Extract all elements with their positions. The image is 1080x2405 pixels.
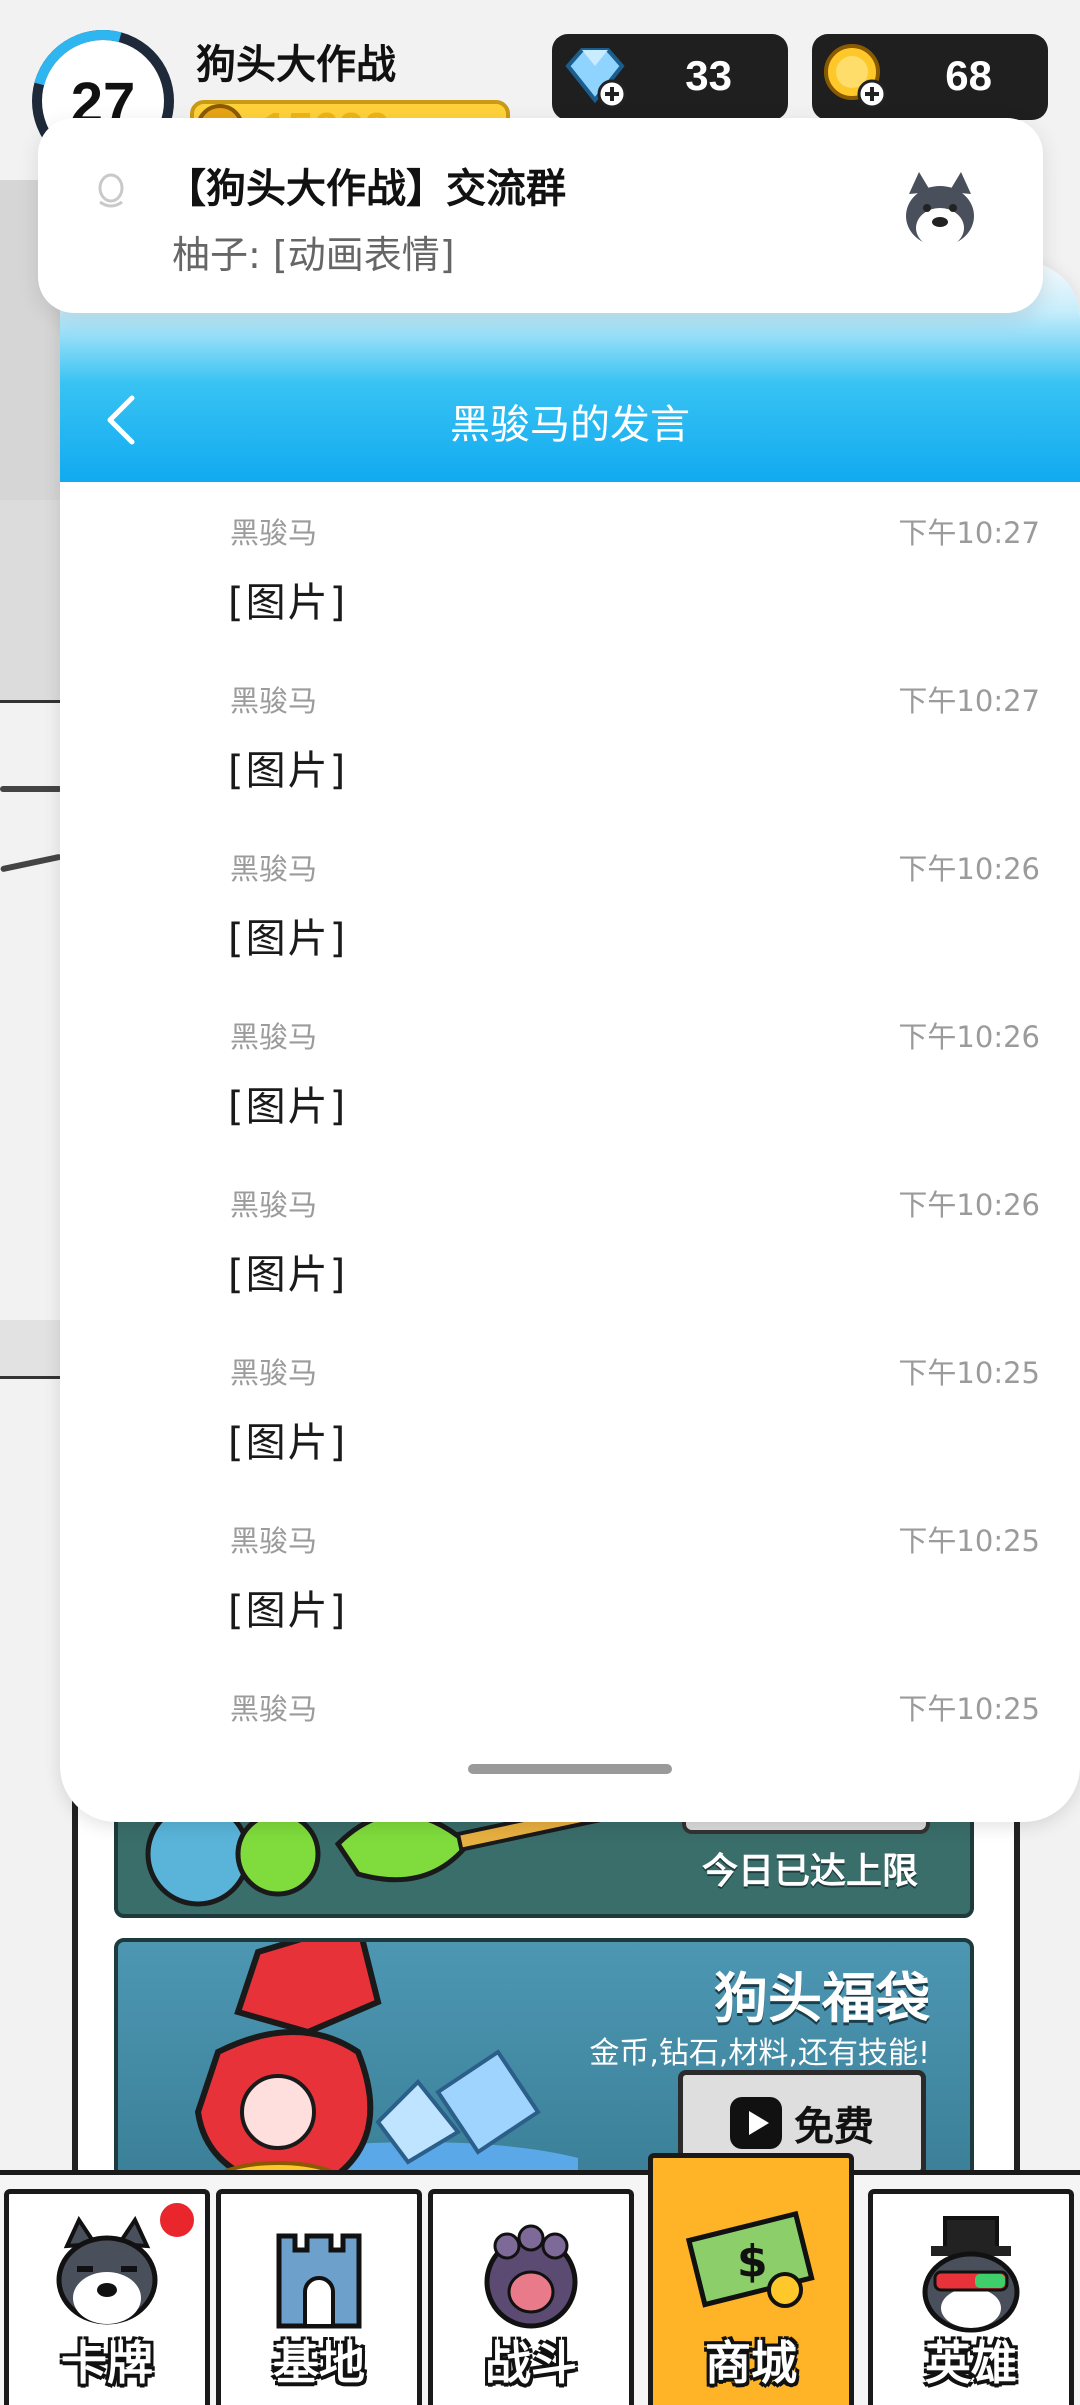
lucky-bag-icon <box>194 1942 578 2192</box>
panel-title: 黑骏马的发言 <box>450 402 690 448</box>
message-time: 下午10:27 <box>898 684 1040 718</box>
background-rail <box>0 853 62 873</box>
list-item[interactable]: 黑骏马 下午10:26 [图片] <box>60 818 1080 986</box>
message-content[interactable]: [图片] <box>228 738 347 796</box>
message-sender: 黑骏马 <box>230 1524 318 1558</box>
tab-label: 商城 <box>705 2336 797 2390</box>
message-content[interactable]: [图片] <box>228 570 347 628</box>
list-item[interactable]: 黑骏马 下午10:26 [图片] <box>60 986 1080 1154</box>
list-item[interactable]: 黑骏马 下午10:27 [图片] <box>60 650 1080 818</box>
group-avatar <box>889 164 991 266</box>
tab-label: 卡牌 <box>61 2336 153 2390</box>
message-content[interactable]: [图片] <box>228 1242 347 1300</box>
message-time: 下午10:26 <box>898 1188 1040 1222</box>
tab-shop[interactable]: $ 商城 <box>648 2153 854 2405</box>
tab-label: 战斗 <box>485 2336 577 2390</box>
notification-title: 【狗头大作战】交流群 <box>166 166 566 212</box>
message-sender: 黑骏马 <box>230 1188 318 1222</box>
message-content[interactable]: [图片] <box>228 1074 347 1132</box>
castle-icon <box>276 2233 362 2329</box>
message-time: 下午10:26 <box>898 852 1040 886</box>
svg-text:$: $ <box>737 2236 768 2287</box>
tab-battle[interactable]: 战斗 <box>428 2189 634 2405</box>
gold-coin-plus-icon <box>824 44 887 109</box>
tab-cards[interactable]: 卡牌 <box>4 2189 210 2405</box>
message-content[interactable]: [图片] <box>228 906 347 964</box>
bottom-nav: 卡牌 基地 战斗 $ 商城 英雄 <box>0 2153 1080 2405</box>
background-rail <box>0 786 62 792</box>
notification-body: 柚子: [动画表情] <box>172 233 455 277</box>
notification-dot <box>157 2200 197 2240</box>
paw-icon <box>484 2224 578 2329</box>
tab-base[interactable]: 基地 <box>216 2189 422 2405</box>
qq-penguin-icon <box>98 173 124 208</box>
list-item[interactable]: 黑骏马 下午10:27 [图片] <box>60 482 1080 650</box>
background-ledge <box>0 1320 60 1379</box>
gem-counter[interactable]: 33 <box>552 34 788 120</box>
daily-limit-label: 今日已达上限 <box>701 1851 918 1892</box>
gold-counter[interactable]: 68 <box>812 34 1048 120</box>
tab-label: 基地 <box>273 2336 365 2390</box>
hero-icon <box>922 2216 1020 2333</box>
dog-face-icon <box>56 2216 158 2325</box>
card-description: 金币,钻石,材料,还有技能! <box>589 2036 930 2071</box>
message-sender: 黑骏马 <box>230 684 318 718</box>
message-time: 下午10:25 <box>898 1356 1040 1390</box>
list-item[interactable]: 黑骏马 下午10:25 [图片] <box>60 1490 1080 1658</box>
list-item[interactable]: 黑骏马 下午10:25 [图片] <box>60 1322 1080 1490</box>
message-sender: 黑骏马 <box>230 852 318 886</box>
message-time: 下午10:26 <box>898 1020 1040 1054</box>
message-time: 下午10:27 <box>898 516 1040 550</box>
card-title: 狗头福袋 <box>714 1967 930 2030</box>
husky-avatar-icon <box>906 172 974 248</box>
message-content[interactable]: [图片] <box>228 1410 347 1468</box>
message-content[interactable]: [图片] <box>228 1578 347 1636</box>
message-sender: 黑骏马 <box>230 1692 318 1726</box>
group-message-notification[interactable]: 【狗头大作战】交流群 柚子: [动画表情] <box>38 118 1043 313</box>
message-sender: 黑骏马 <box>230 516 318 550</box>
message-list[interactable]: 黑骏马 下午10:27 [图片] 黑骏马 下午10:27 [图片] 黑骏马 下午… <box>60 482 1080 1822</box>
tab-label: 英雄 <box>925 2336 1017 2390</box>
money-icon: $ <box>685 2210 815 2308</box>
tab-heroes[interactable]: 英雄 <box>868 2189 1074 2405</box>
message-time: 下午10:25 <box>898 1692 1040 1726</box>
message-time: 下午10:25 <box>898 1524 1040 1558</box>
message-sender: 黑骏马 <box>230 1356 318 1390</box>
message-sender: 黑骏马 <box>230 1020 318 1054</box>
gem-count: 33 <box>685 52 732 99</box>
video-play-icon <box>730 2097 782 2149</box>
free-label: 免费 <box>794 2104 874 2150</box>
drag-handle[interactable] <box>468 1764 672 1774</box>
diamond-plus-icon <box>565 48 627 109</box>
list-item[interactable]: 黑骏马 下午10:25 <box>60 1658 1080 1822</box>
background-wall <box>0 500 60 703</box>
gold-count: 68 <box>945 52 992 99</box>
speech-history-panel: 黑骏马的发言 黑骏马 下午10:27 [图片] 黑骏马 下午10:27 [图片]… <box>60 262 1080 1822</box>
game-name: 狗头大作战 <box>196 42 396 88</box>
list-item[interactable]: 黑骏马 下午10:26 [图片] <box>60 1154 1080 1322</box>
